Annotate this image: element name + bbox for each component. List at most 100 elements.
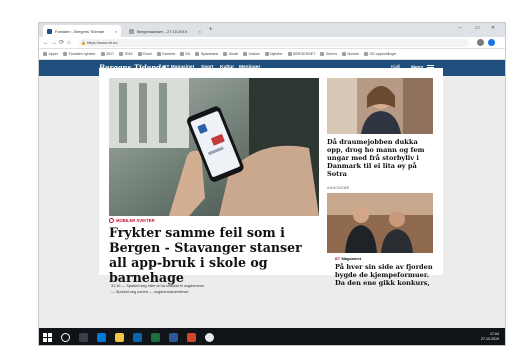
bt-magasinet-badge: BT Magasinet xyxy=(335,256,361,261)
related-links: 31:16 — Sparket seg etter at ha snakket … xyxy=(111,284,204,294)
windows-start-icon[interactable] xyxy=(43,333,52,342)
excel-icon[interactable] xyxy=(151,333,160,342)
related-link[interactable]: 31:16 — Sparket seg etter at ha snakket … xyxy=(111,284,204,288)
bookmark-label: BERGENSET xyxy=(293,52,316,56)
bookmark-item[interactable]: OD-oppkoblinger xyxy=(363,52,397,56)
bookmark-label: Gmail xyxy=(228,52,239,56)
bookmark-icon xyxy=(243,52,248,56)
bookmark-item[interactable]: 2016 xyxy=(119,52,133,56)
alert-icon xyxy=(109,218,114,223)
bookmark-label: Nyheter xyxy=(270,52,283,56)
bookmark-label: Sparebank xyxy=(200,52,219,56)
bookmark-item[interactable]: 2017 xyxy=(100,52,114,56)
task-view-icon[interactable] xyxy=(79,333,88,342)
bookmark-item[interactable]: Vosbot xyxy=(243,52,260,56)
monitor-screen: Forsiden - Bergens Tidende × Bergensavis… xyxy=(38,22,506,346)
hero-image-phone-in-hand[interactable] xyxy=(109,78,319,216)
bookmark-icon xyxy=(156,52,161,56)
bookmark-label: Apper xyxy=(48,52,59,56)
url-bar[interactable]: 🔒 https://www.bt.no xyxy=(79,39,469,47)
minimize-button[interactable]: – xyxy=(459,25,462,31)
bookmark-item[interactable]: Gmail xyxy=(223,52,238,56)
bookmark-item[interactable]: Excel xyxy=(137,52,152,56)
word-icon[interactable] xyxy=(169,333,178,342)
side-image-woman xyxy=(327,78,433,134)
extension-icon[interactable] xyxy=(477,39,484,46)
bookmark-item[interactable]: BERGENSET xyxy=(287,52,316,56)
bookmark-label: Vosbot xyxy=(248,52,260,56)
related-link[interactable]: — Sparket seg sortert — ungdomsskoleelev… xyxy=(111,290,204,294)
profile-avatar[interactable] xyxy=(488,39,495,46)
sponsored-label: ANNONSØR xyxy=(327,186,350,190)
bookmark-item[interactable]: Sparebank xyxy=(195,52,218,56)
bookmark-item[interactable]: Norske xyxy=(341,52,359,56)
side-title-1: Då draumejobben dukka opp, drog ho mann … xyxy=(327,138,425,178)
browser-tab-bar: Forsiden - Bergens Tidende × Bergensavis… xyxy=(39,23,505,37)
close-tab-icon[interactable]: × xyxy=(199,29,201,34)
photo-frame: Forsiden - Bergens Tidende × Bergensavis… xyxy=(0,0,513,346)
bookmark-item[interactable]: Forsiden nyheter xyxy=(63,52,96,56)
file-explorer-icon[interactable] xyxy=(115,333,124,342)
back-button[interactable]: ← xyxy=(43,39,49,47)
side-image-two-men xyxy=(327,193,433,253)
powerpoint-icon[interactable] xyxy=(187,333,196,342)
tab-title: Bergensavisen - 27.10.2019 xyxy=(137,28,188,34)
side-photo-2 xyxy=(327,193,433,253)
bookmark-icon xyxy=(63,52,68,56)
reload-button[interactable]: ⟳ xyxy=(59,39,64,47)
clock-date: 27.10.2019 xyxy=(481,337,499,341)
page-background: MOBILER SVIKTER Frykter samme feil som i… xyxy=(39,68,505,328)
system-clock[interactable]: 17:04 27.10.2019 xyxy=(481,332,499,342)
lock-icon: 🔒 xyxy=(81,40,86,45)
close-window-button[interactable]: ✕ xyxy=(491,25,495,31)
tab-bt[interactable]: Forsiden - Bergens Tidende × xyxy=(43,25,121,37)
bookmark-label: Forsiden nyheter xyxy=(68,52,96,56)
bookmark-icon xyxy=(100,52,105,56)
address-toolbar: ← → ⟳ ⌂ 🔒 https://www.bt.no xyxy=(39,37,505,49)
bookmark-icon xyxy=(287,52,292,56)
bookmark-icon xyxy=(363,52,368,56)
badge-magasinet: Magasinet xyxy=(341,256,362,261)
forward-button[interactable]: → xyxy=(51,39,57,47)
bookmark-item[interactable]: EA xyxy=(179,52,191,56)
tab-title: Forsiden - Bergens Tidende xyxy=(55,28,105,34)
outlook-icon[interactable] xyxy=(133,333,142,342)
home-button[interactable]: ⌂ xyxy=(67,39,71,47)
kicker-text: MOBILER SVIKTER xyxy=(116,218,155,223)
bookmark-icon xyxy=(223,52,228,56)
article-kicker: MOBILER SVIKTER xyxy=(109,218,155,223)
bookmark-label: EA xyxy=(185,52,191,56)
bookmark-item[interactable]: Kamera xyxy=(156,52,175,56)
chrome-icon[interactable] xyxy=(205,333,214,342)
bookmarks-bar: Apper Forsiden nyheter 2017 2016 Excel Kamera… xyxy=(39,49,505,60)
bookmark-item[interactable]: Skriver xyxy=(320,52,337,56)
bookmark-icon xyxy=(341,52,346,56)
bookmark-icon xyxy=(195,52,200,56)
bookmark-icon xyxy=(320,52,325,56)
main-headline[interactable]: Frykter samme feil som i Bergen - Stavan… xyxy=(109,225,321,285)
bookmark-label: Norske xyxy=(347,52,359,56)
bookmark-item[interactable]: Apper xyxy=(43,52,58,56)
bookmark-item[interactable]: Nyheter xyxy=(264,52,283,56)
bookmark-icon xyxy=(137,52,142,56)
bookmark-icon xyxy=(264,52,269,56)
bookmark-label: Kamera xyxy=(162,52,175,56)
tab-ba[interactable]: Bergensavisen - 27.10.2019 × xyxy=(125,25,205,37)
bookmark-icon xyxy=(179,52,184,56)
ba-favicon-icon xyxy=(129,28,134,34)
search-icon[interactable] xyxy=(61,333,70,342)
bookmark-label: OD-oppkoblinger xyxy=(369,52,397,56)
url-text: https://www.bt.no xyxy=(87,40,118,45)
bookmark-label: 2016 xyxy=(124,52,133,56)
side-photo-1 xyxy=(327,78,433,134)
bookmark-icon xyxy=(119,52,124,56)
maximize-button[interactable]: ▭ xyxy=(475,25,480,31)
edge-icon[interactable] xyxy=(97,333,106,342)
hero-photo xyxy=(109,78,319,216)
front-page-content: MOBILER SVIKTER Frykter samme feil som i… xyxy=(99,68,443,294)
new-tab-button[interactable]: + xyxy=(209,26,213,34)
close-tab-icon[interactable]: × xyxy=(115,29,117,34)
bookmark-label: Excel xyxy=(143,52,152,56)
badge-bt: BT xyxy=(335,256,341,261)
bookmark-icon xyxy=(43,52,47,56)
